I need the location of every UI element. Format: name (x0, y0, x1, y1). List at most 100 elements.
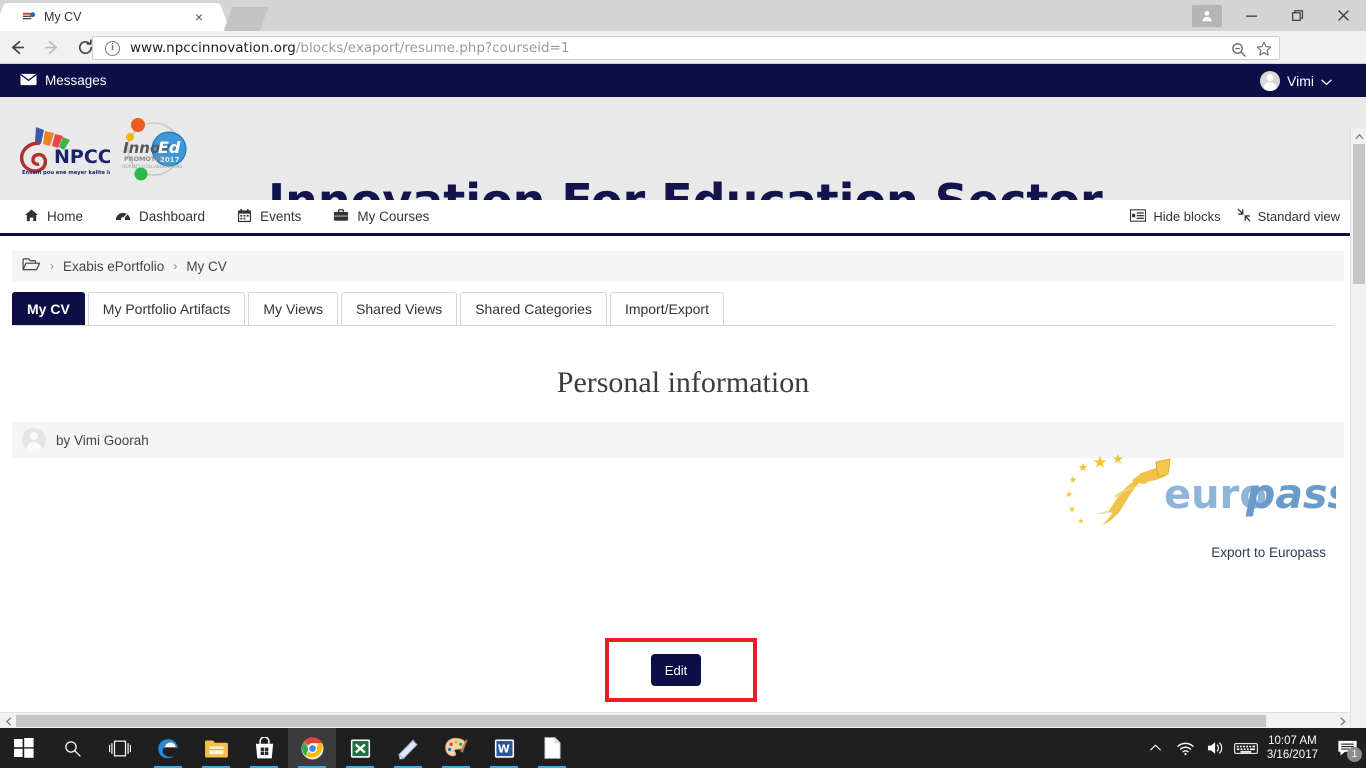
vertical-scrollbar[interactable] (1350, 128, 1366, 728)
show-hidden-icons-button[interactable] (1141, 728, 1171, 768)
npcc-logo: NPCC Ensam pou ene meyer kalite lavi (14, 119, 118, 179)
tab-shared-categories[interactable]: Shared Categories (460, 292, 607, 325)
microsoft-store-button[interactable] (240, 728, 288, 768)
breadcrumb-item-exabis[interactable]: Exabis ePortfolio (63, 259, 164, 274)
tab-my-views[interactable]: My Views (248, 292, 339, 325)
nav-item-dashboard-label: Dashboard (139, 209, 206, 224)
tab-title: My CV (44, 10, 82, 24)
breadcrumb-separator: › (50, 259, 54, 273)
forward-button[interactable] (34, 31, 68, 64)
section-title: Personal information (556, 366, 810, 399)
clock[interactable]: 10:07 AM 3/16/2017 (1261, 734, 1328, 762)
chevron-down-icon (1321, 73, 1332, 89)
nav-item-home[interactable]: Home (8, 199, 99, 235)
messages-link[interactable]: Messages (20, 73, 107, 89)
speaker-icon[interactable] (1201, 728, 1231, 768)
windows-taskbar: W 10:07 AM 3/16/2017 1 (0, 728, 1366, 768)
maximize-button[interactable] (1274, 0, 1320, 31)
keyboard-icon[interactable] (1231, 728, 1261, 768)
system-tray: 10:07 AM 3/16/2017 1 (1141, 728, 1366, 768)
browser-tab[interactable]: My CV × (8, 3, 216, 31)
horizontal-scrollbar-thumb[interactable] (16, 715, 1266, 727)
wifi-icon[interactable] (1171, 728, 1201, 768)
hide-blocks-label: Hide blocks (1153, 209, 1221, 224)
horizontal-scrollbar[interactable] (0, 712, 1350, 728)
messages-label: Messages (45, 73, 107, 88)
user-avatar (1260, 70, 1281, 91)
breadcrumb-item-my-cv[interactable]: My CV (186, 259, 227, 274)
page-viewport: Messages Vimi NPCC Ensam pou ene meyer k… (0, 64, 1366, 728)
breadcrumb-separator-2: › (173, 259, 178, 273)
profile-avatar-icon[interactable] (1192, 4, 1222, 27)
action-center-badge: 1 (1347, 747, 1362, 762)
user-menu[interactable]: Vimi (1260, 70, 1332, 91)
scroll-right-arrow-icon[interactable] (1334, 713, 1350, 728)
close-window-button[interactable] (1320, 0, 1366, 31)
new-tab-button[interactable] (223, 7, 269, 31)
standard-view-button[interactable]: Standard view (1237, 208, 1340, 225)
byline-text: by Vimi Goorah (56, 432, 149, 448)
chrome-button[interactable] (288, 728, 336, 768)
breadcrumb: › Exabis ePortfolio › My CV (12, 251, 1344, 281)
screen: My CV × i www.npccinnovation.org/blocks/… (0, 0, 1366, 768)
europass-block: euro pass Export to Europass (1036, 450, 1352, 560)
browser-toolbar: i www.npccinnovation.org/blocks/exaport/… (0, 31, 1366, 86)
innoved-logo: Innov PROMOTING QUALITY COLLABORATIONS E… (114, 111, 192, 187)
scroll-left-arrow-icon[interactable] (0, 713, 16, 728)
edge-button[interactable] (144, 728, 192, 768)
blocks-icon (1130, 208, 1147, 225)
calendar-icon (237, 208, 252, 226)
start-button[interactable] (0, 728, 48, 768)
tab-shared-views[interactable]: Shared Views (341, 292, 458, 325)
bookmark-star-icon[interactable] (1255, 40, 1273, 63)
nav-item-my-courses-label: My Courses (357, 209, 430, 224)
address-bar[interactable]: i www.npccinnovation.org/blocks/exaport/… (92, 36, 1280, 60)
main-navigation: Home Dashboard Events My Courses Hide bl… (0, 200, 1366, 236)
omnibox-icons (1230, 40, 1273, 63)
vertical-scrollbar-thumb[interactable] (1353, 144, 1365, 284)
task-view-button[interactable] (96, 728, 144, 768)
site-header: NPCC Ensam pou ene meyer kalite lavi Inn… (0, 97, 1366, 228)
nav-item-dashboard[interactable]: Dashboard (99, 199, 221, 235)
dashboard-icon (115, 208, 131, 226)
browser-tab-strip: My CV × (0, 0, 1366, 31)
nav-item-my-courses[interactable]: My Courses (317, 199, 445, 235)
back-button[interactable] (0, 31, 34, 64)
tab-import-export[interactable]: Import/Export (609, 292, 724, 325)
portfolio-tabs: My CV My Portfolio Artifacts My Views Sh… (12, 292, 1334, 326)
folder-open-icon[interactable] (22, 257, 41, 275)
file-explorer-button[interactable] (192, 728, 240, 768)
svg-text:Ed: Ed (158, 138, 181, 157)
excel-button[interactable] (336, 728, 384, 768)
nav-item-events[interactable]: Events (221, 199, 317, 235)
minimize-button[interactable] (1228, 0, 1274, 31)
tab-my-cv[interactable]: My CV (12, 292, 85, 325)
clock-time: 10:07 AM (1268, 735, 1317, 747)
standard-view-label: Standard view (1257, 209, 1340, 224)
hide-blocks-button[interactable]: Hide blocks (1130, 208, 1221, 225)
edit-button[interactable]: Edit (651, 654, 701, 686)
document-button[interactable] (528, 728, 576, 768)
user-name: Vimi (1287, 72, 1314, 89)
word-button[interactable]: W (480, 728, 528, 768)
svg-text:QUALITY COLLABORATIONS: QUALITY COLLABORATIONS (122, 164, 182, 170)
action-center-button[interactable]: 1 (1328, 728, 1366, 768)
svg-text:2017: 2017 (160, 156, 180, 164)
paint-button[interactable] (432, 728, 480, 768)
contract-arrows-icon (1237, 208, 1251, 225)
europass-logo[interactable]: euro pass (1056, 454, 1352, 538)
scroll-up-arrow-icon[interactable] (1351, 128, 1366, 144)
site-info-icon[interactable]: i (105, 40, 120, 56)
tab-my-portfolio-artifacts[interactable]: My Portfolio Artifacts (87, 292, 246, 325)
search-button[interactable] (48, 728, 96, 768)
sticky-notes-button[interactable] (384, 728, 432, 768)
export-to-europass-link[interactable]: Export to Europass (1036, 545, 1336, 560)
url-path: /blocks/exaport/resume.php?courseid=1 (295, 40, 570, 56)
clock-date: 3/16/2017 (1266, 749, 1318, 761)
author-avatar (22, 428, 46, 452)
zoom-out-icon[interactable] (1230, 41, 1247, 63)
tab-close-icon[interactable]: × (192, 10, 206, 24)
svg-text:NPCC: NPCC (54, 146, 110, 168)
briefcase-icon (333, 208, 349, 225)
tab-favicon-icon (20, 9, 36, 25)
